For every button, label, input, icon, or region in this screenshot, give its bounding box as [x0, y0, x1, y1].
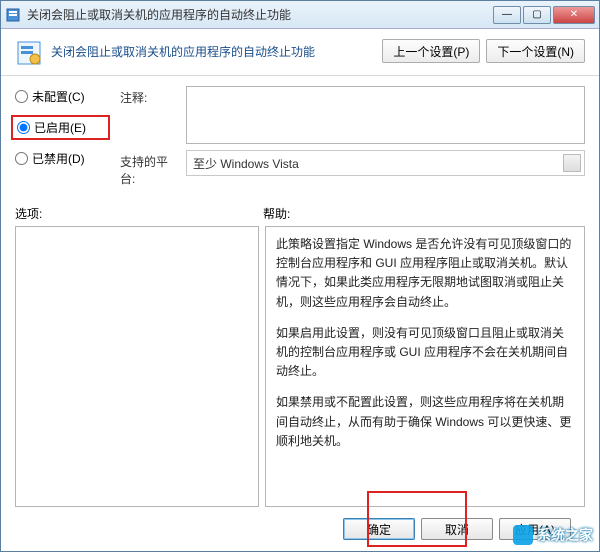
ok-button[interactable]: 确定	[343, 518, 415, 540]
next-setting-button[interactable]: 下一个设置(N)	[486, 39, 585, 63]
radio-disabled-input[interactable]	[15, 152, 28, 165]
section-labels: 选项: 帮助:	[15, 205, 585, 222]
comment-input[interactable]	[186, 86, 585, 144]
panels: 此策略设置指定 Windows 是否允许没有可见顶级窗口的控制台应用程序和 GU…	[15, 226, 585, 507]
highlight-enabled: 已启用(E)	[11, 115, 110, 140]
help-p1: 此策略设置指定 Windows 是否允许没有可见顶级窗口的控制台应用程序和 GU…	[276, 235, 574, 312]
radio-not-configured[interactable]: 未配置(C)	[15, 88, 110, 105]
help-label: 帮助:	[263, 205, 585, 222]
window-controls: — ▢ ✕	[493, 6, 595, 24]
dialog-window: 关闭会阻止或取消关机的应用程序的自动终止功能 — ▢ ✕ 关闭会阻止或取消关机的…	[0, 0, 600, 552]
titlebar-title: 关闭会阻止或取消关机的应用程序的自动终止功能	[27, 6, 493, 23]
body: 未配置(C) 已启用(E) 已禁用(D) 注释:	[1, 76, 599, 551]
header-policy-icon	[15, 39, 43, 67]
footer: 确定 取消 应用(A)	[15, 507, 585, 551]
cancel-button[interactable]: 取消	[421, 518, 493, 540]
platform-value: 至少 Windows Vista	[186, 150, 585, 176]
radio-disabled[interactable]: 已禁用(D)	[15, 150, 110, 167]
header: 关闭会阻止或取消关机的应用程序的自动终止功能 上一个设置(P) 下一个设置(N)	[1, 29, 599, 76]
header-title: 关闭会阻止或取消关机的应用程序的自动终止功能	[51, 39, 382, 60]
apply-button[interactable]: 应用(A)	[499, 518, 571, 540]
radio-disabled-label: 已禁用(D)	[32, 150, 85, 167]
help-p3: 如果禁用或不配置此设置，则这些应用程序将在关机期间自动终止，从而有助于确保 Wi…	[276, 393, 574, 451]
right-fields: 注释: 支持的平台: 至少 Windows Vista	[120, 86, 585, 187]
maximize-button[interactable]: ▢	[523, 6, 551, 24]
radio-enabled-input[interactable]	[17, 121, 30, 134]
help-p2: 如果启用此设置，则没有可见顶级窗口且阻止或取消关机的控制台应用程序或 GUI 应…	[276, 324, 574, 382]
prev-setting-button[interactable]: 上一个设置(P)	[382, 39, 480, 63]
comment-label: 注释:	[120, 86, 178, 106]
titlebar: 关闭会阻止或取消关机的应用程序的自动终止功能 — ▢ ✕	[1, 1, 599, 29]
radio-enabled-label: 已启用(E)	[34, 119, 86, 136]
platform-row: 支持的平台: 至少 Windows Vista	[120, 150, 585, 187]
options-label: 选项:	[15, 205, 263, 222]
radio-not-configured-input[interactable]	[15, 90, 28, 103]
radio-not-configured-label: 未配置(C)	[32, 88, 85, 105]
nav-buttons: 上一个设置(P) 下一个设置(N)	[382, 39, 585, 63]
minimize-button[interactable]: —	[493, 6, 521, 24]
comment-row: 注释:	[120, 86, 585, 144]
state-radios: 未配置(C) 已启用(E) 已禁用(D)	[15, 86, 110, 187]
radio-enabled[interactable]: 已启用(E)	[17, 119, 104, 136]
top-section: 未配置(C) 已启用(E) 已禁用(D) 注释:	[15, 86, 585, 187]
platform-label: 支持的平台:	[120, 150, 178, 187]
help-panel: 此策略设置指定 Windows 是否允许没有可见顶级窗口的控制台应用程序和 GU…	[265, 226, 585, 507]
options-panel	[15, 226, 259, 507]
policy-icon	[5, 7, 21, 23]
close-button[interactable]: ✕	[553, 6, 595, 24]
platform-text: 至少 Windows Vista	[193, 155, 299, 172]
